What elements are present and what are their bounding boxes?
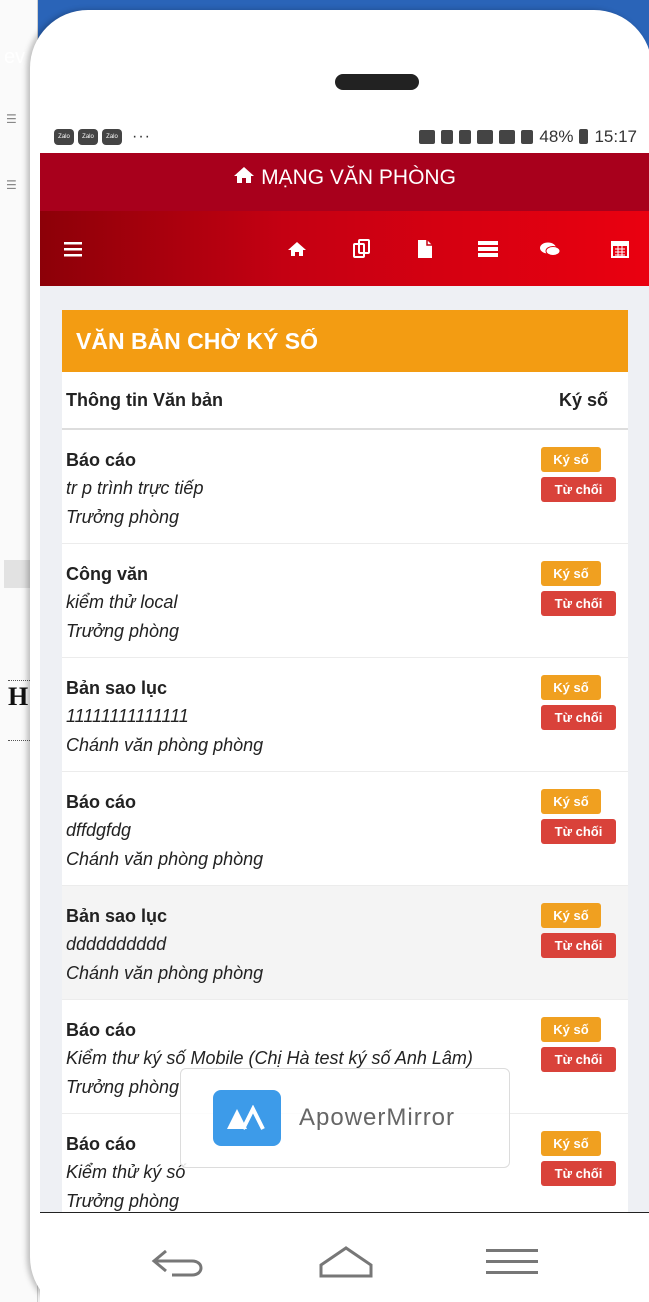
reject-button[interactable]: Từ chối: [541, 591, 616, 616]
apowermirror-watermark: ApowerMirror: [180, 1068, 510, 1168]
sign-button[interactable]: Ký số: [541, 903, 601, 928]
reject-button[interactable]: Từ chối: [541, 705, 616, 730]
signal-icon: [499, 129, 516, 144]
clock: 15:17: [594, 126, 637, 146]
signal-bars-icon: [521, 129, 534, 144]
app-header: MẠNG VĂN PHÒNG: [40, 153, 649, 211]
app-title: MẠNG VĂN PHÒNG: [261, 166, 456, 189]
desktop-dash-icon-2: ☰: [6, 178, 17, 192]
sign-button[interactable]: Ký số: [541, 561, 601, 586]
document-role: Chánh văn phòng phòng: [66, 849, 264, 869]
document-role: Trưởng phòng: [66, 621, 180, 641]
more-notifications: ···: [132, 127, 151, 145]
status-bar: Zalo Zalo Zalo ··· 48% 15:17: [40, 120, 649, 153]
phone-speaker: [335, 74, 419, 90]
wifi-icon: [477, 129, 494, 144]
reject-button[interactable]: Từ chối: [541, 1047, 616, 1072]
table-header: Thông tin Văn bản Ký số: [62, 372, 628, 430]
document-role: Chánh văn phòng phòng: [66, 735, 264, 755]
apowermirror-logo-icon: [213, 1090, 281, 1146]
mute-icon: [441, 129, 454, 144]
reject-button[interactable]: Từ chối: [541, 933, 616, 958]
app-navbar: [40, 211, 649, 286]
list-icon[interactable]: [471, 211, 505, 286]
recent-apps-icon[interactable]: [484, 1245, 540, 1284]
sign-button[interactable]: Ký số: [541, 675, 601, 700]
document-row: Bản sao lục 11111111111111 Chánh văn phò…: [62, 658, 628, 772]
zalo-notification-icon: Zalo: [54, 128, 74, 145]
panel-title: VĂN BẢN CHỜ KÝ SỐ: [62, 310, 628, 372]
desktop-heading-fragment: H: [8, 682, 29, 711]
menu-icon[interactable]: [56, 211, 90, 286]
reject-button[interactable]: Từ chối: [541, 1161, 616, 1186]
reject-button[interactable]: Từ chối: [541, 819, 616, 844]
desktop-dash-icon: ☰: [6, 112, 17, 126]
zalo-notification-icon: Zalo: [78, 128, 98, 145]
desktop-tab-fragment: ev: [4, 46, 26, 68]
documents-icon[interactable]: [345, 211, 379, 286]
android-navigation-bar: [40, 1212, 649, 1302]
document-role: Trưởng phòng: [66, 1191, 180, 1211]
home-icon[interactable]: [280, 211, 314, 286]
back-icon[interactable]: [150, 1245, 210, 1284]
document-role: Chánh văn phòng phòng: [66, 963, 264, 983]
reject-button[interactable]: Từ chối: [541, 477, 616, 502]
home-icon: [233, 166, 255, 190]
column-header-info: Thông tin Văn bản: [66, 389, 223, 410]
battery-percent: 48%: [539, 126, 574, 146]
home-button-icon[interactable]: [318, 1245, 374, 1284]
calendar-icon[interactable]: [603, 211, 637, 286]
status-icons: 48% 15:17: [419, 127, 637, 147]
alarm-icon: [459, 129, 472, 144]
file-icon[interactable]: [408, 211, 442, 286]
document-row: Báo cáo dffdgfdg Chánh văn phòng phòng K…: [62, 772, 628, 886]
cast-icon: [419, 129, 436, 144]
sign-button[interactable]: Ký số: [541, 1017, 601, 1042]
chat-icon[interactable]: [533, 211, 567, 286]
document-row: Công văn kiểm thử local Trưởng phòng Ký …: [62, 544, 628, 658]
watermark-text: ApowerMirror: [299, 1104, 456, 1131]
zalo-notification-icon: Zalo: [102, 128, 122, 145]
column-header-sign: Ký số: [558, 389, 608, 410]
sign-button[interactable]: Ký số: [541, 1131, 601, 1156]
sign-button[interactable]: Ký số: [541, 789, 601, 814]
document-row: Báo cáo tr p trình trực tiếp Trưởng phòn…: [62, 430, 628, 544]
phone-screen: Zalo Zalo Zalo ··· 48% 15:17 MẠNG VĂN PH…: [40, 120, 649, 1212]
sign-button[interactable]: Ký số: [541, 447, 601, 472]
battery-icon: [579, 129, 589, 144]
document-role: Trưởng phòng: [66, 507, 180, 527]
document-row: Bản sao lục dddddddddd Chánh văn phòng p…: [62, 886, 628, 1000]
